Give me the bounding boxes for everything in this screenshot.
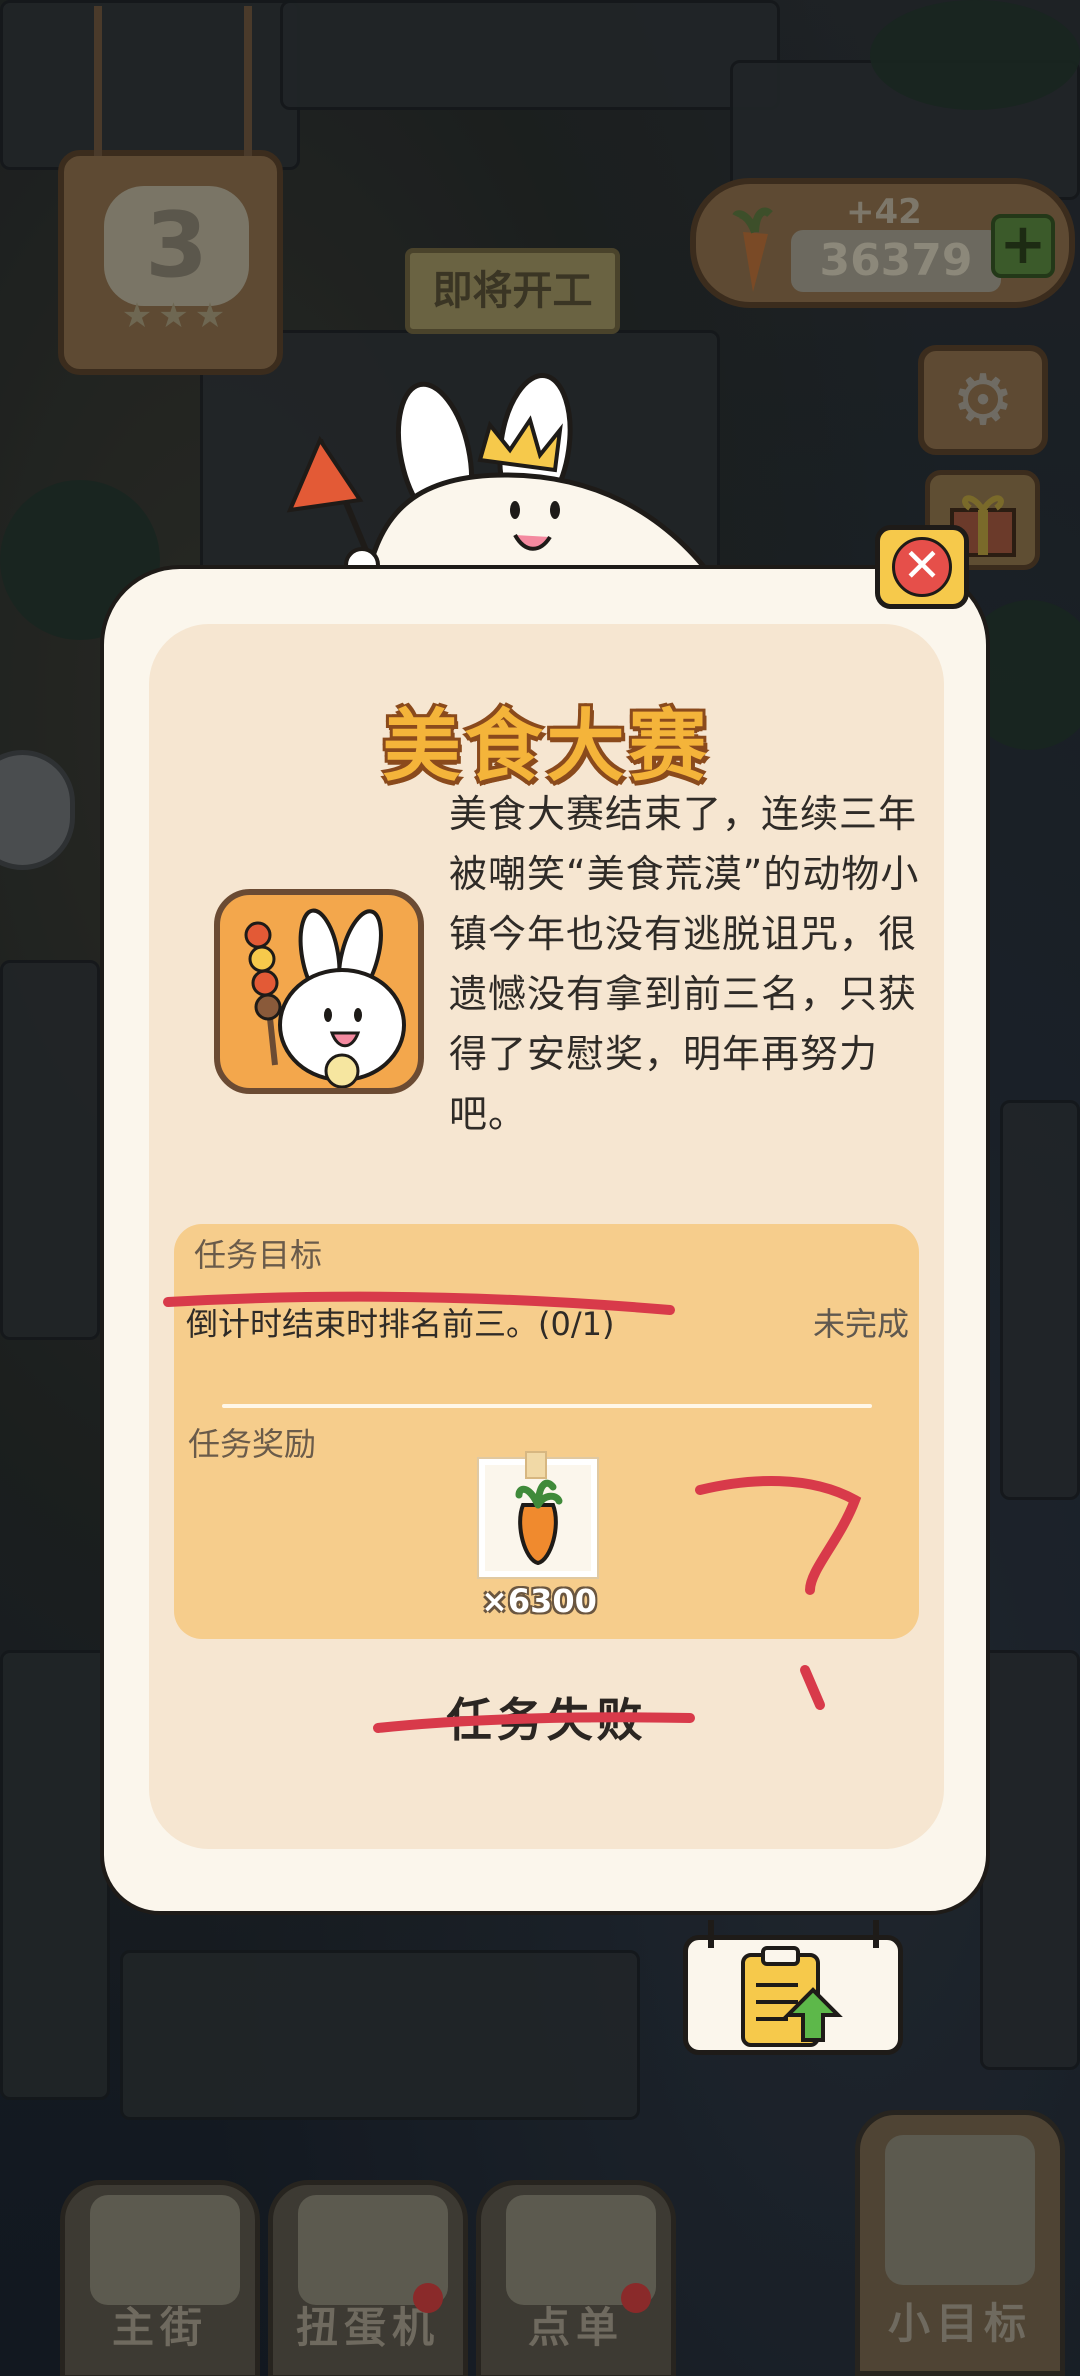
- mission-failed-label: 任务失败: [446, 1693, 647, 1747]
- bunny-portrait: [214, 889, 424, 1094]
- divider: [222, 1404, 872, 1408]
- nav-small-goal[interactable]: 小目标: [855, 2110, 1065, 2376]
- settings-button[interactable]: ⚙: [918, 345, 1048, 455]
- rope: [873, 1920, 879, 1948]
- carrot-total: 36379: [791, 230, 1001, 292]
- level-sign[interactable]: 3 ★★★: [58, 6, 283, 375]
- add-carrots-button[interactable]: +: [991, 214, 1055, 278]
- bunny-mascot: [365, 373, 729, 595]
- nav-main-street[interactable]: 主街: [60, 2180, 260, 2376]
- nav-label: 主街: [111, 2303, 208, 2352]
- task-reward-label: 任务奖励: [188, 1425, 317, 1463]
- rope: [244, 6, 252, 156]
- notification-dot: [413, 2283, 443, 2313]
- gear-icon: ⚙: [951, 359, 1015, 441]
- notification-dot: [621, 2283, 651, 2313]
- map-icon: [90, 2195, 240, 2305]
- rope: [708, 1920, 714, 1948]
- bottom-nav: 主街 扭蛋机 点单 小目标: [0, 2110, 1080, 2376]
- rope: [94, 6, 102, 156]
- bunny-skewer-image: [244, 908, 406, 1088]
- reward-card: [479, 1451, 597, 1577]
- carrot-icon: [732, 207, 773, 292]
- nav-gacha[interactable]: 扭蛋机: [268, 2180, 468, 2376]
- dialog-title: 美食大赛: [382, 702, 711, 792]
- reward-count: ×6300: [481, 1582, 597, 1620]
- level-stars: ★★★: [121, 296, 232, 336]
- dialog-panel: 美食大赛 美食大赛结束了，连续三年被嘲笑“美食荒漠”的动物小镇今年也没有逃脱诅咒…: [149, 624, 944, 1849]
- carrot-icon: [515, 1479, 563, 1566]
- close-icon: ✕: [892, 537, 952, 597]
- nav-order[interactable]: 点单: [476, 2180, 676, 2376]
- event-dialog: 美食大赛 美食大赛结束了，连续三年被嘲笑“美食荒漠”的动物小镇今年也没有逃脱诅咒…: [100, 565, 990, 1915]
- upcoming-sign: 即将开工: [405, 248, 620, 334]
- carrot-bonus: +42: [846, 192, 922, 232]
- carrot-counter: +42 36379 +: [690, 178, 1075, 308]
- tape: [525, 1451, 547, 1479]
- clipboard-upgrade-icon: [741, 1946, 843, 2047]
- task-goal-label: 任务目标: [194, 1236, 323, 1274]
- task-goal-text: 倒计时结束时排名前三。(0/1): [186, 1305, 615, 1343]
- level-number: 3: [104, 186, 249, 306]
- task-box: 任务目标 倒计时结束时排名前三。(0/1) 未完成 任务奖励 ×6300: [174, 1224, 919, 1639]
- task-list-button[interactable]: [683, 1920, 903, 2055]
- nav-label: 小目标: [887, 2299, 1032, 2348]
- story-text: 美食大赛结束了，连续三年被嘲笑“美食荒漠”的动物小镇今年也没有逃脱诅咒，很遗憾没…: [449, 792, 920, 1136]
- close-button[interactable]: ✕: [875, 525, 969, 609]
- goal-icon: [885, 2135, 1035, 2285]
- game-screen: 3 ★★★ 即将开工 +42 36379 + ⚙ 美食大赛 美食大赛结束了，连续…: [0, 0, 1080, 2376]
- task-status: 未完成: [812, 1305, 909, 1343]
